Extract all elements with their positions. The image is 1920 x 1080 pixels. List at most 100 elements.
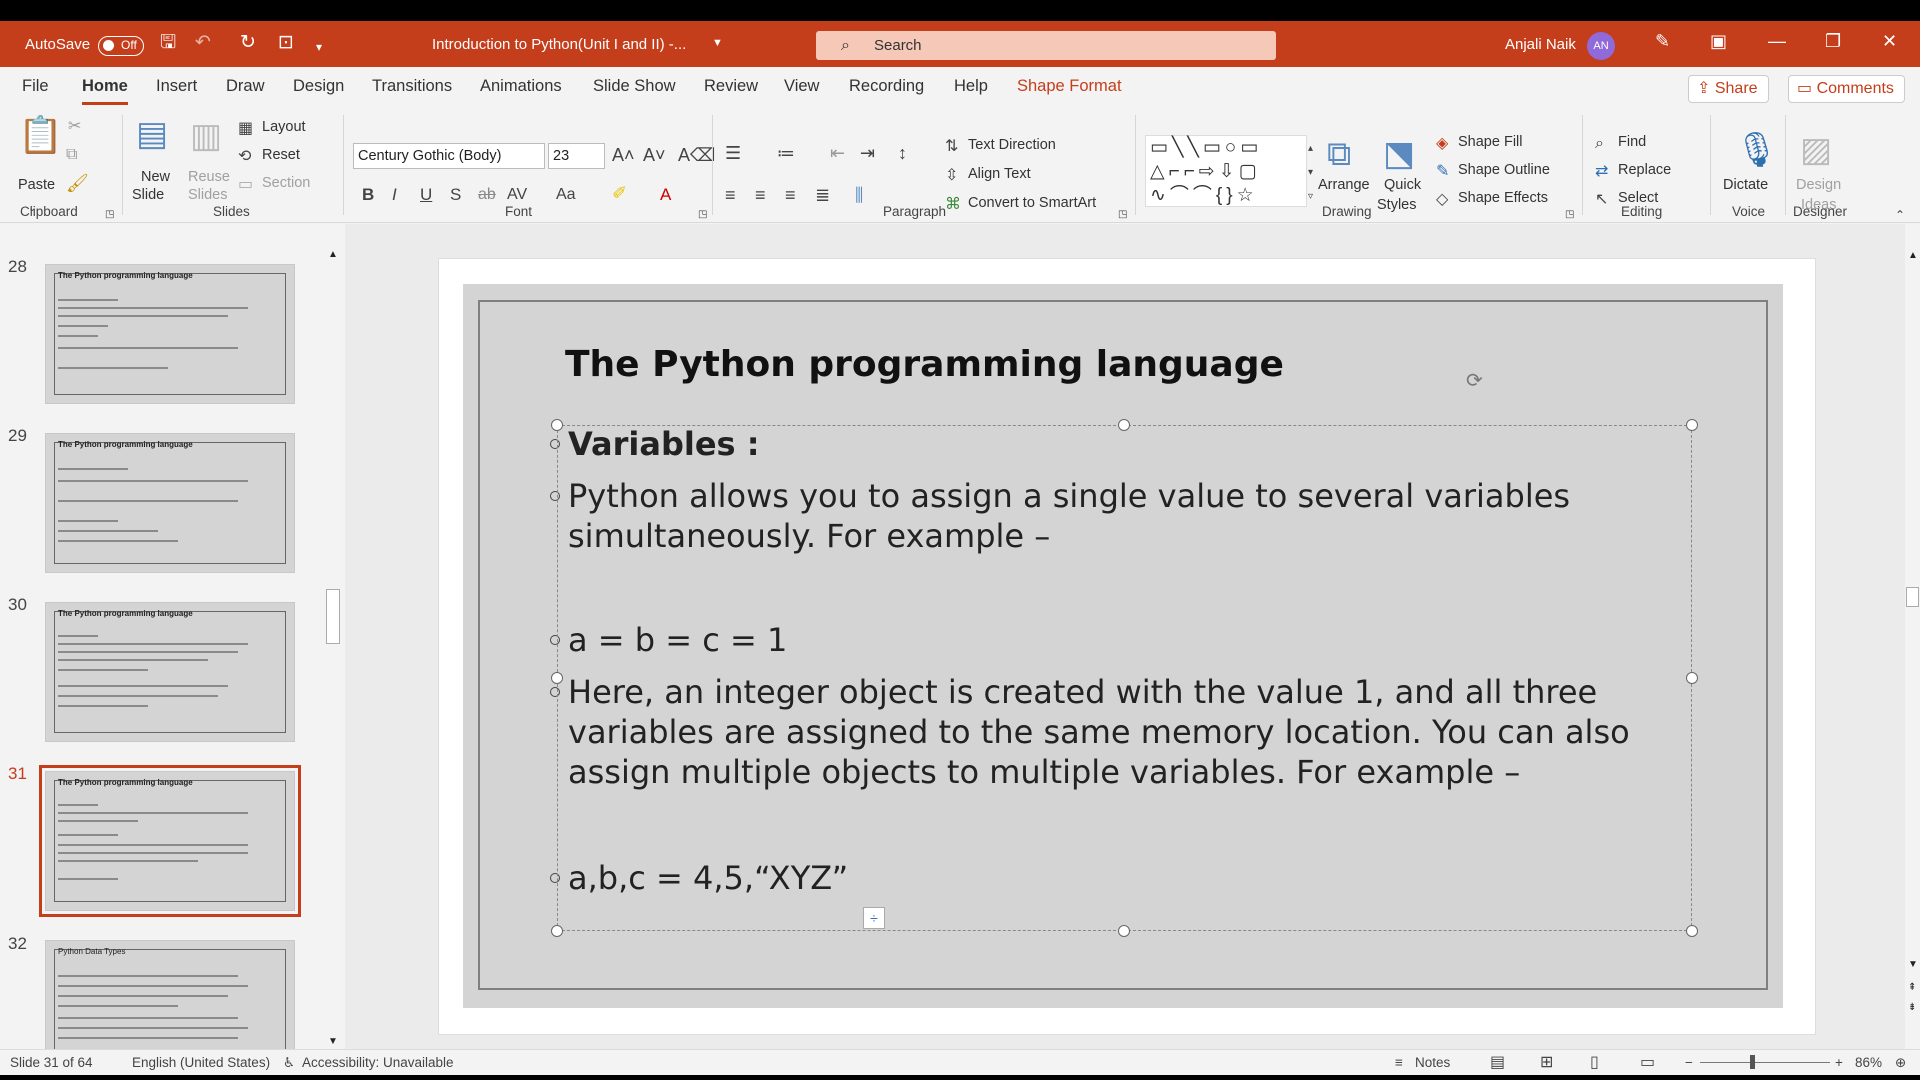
resize-handle[interactable] [551, 925, 563, 937]
redo-icon[interactable]: ↻ [240, 33, 256, 53]
reuse-slides-icon[interactable]: ▥ [190, 117, 222, 155]
design-ideas-icon[interactable]: ▨ [1800, 131, 1832, 169]
text-direction-button[interactable]: Text Direction [968, 137, 1056, 153]
dictate-button[interactable]: Dictate [1723, 177, 1768, 193]
close-icon[interactable]: ✕ [1882, 31, 1897, 52]
italic-icon[interactable]: I [392, 185, 397, 205]
resize-handle[interactable] [1118, 925, 1130, 937]
reading-view-icon[interactable]: ▯ [1590, 1052, 1599, 1072]
title-chevron-down-icon[interactable]: ▼ [712, 37, 723, 49]
thumbnails-scrollbar[interactable]: ▲ ▼ [325, 249, 341, 1049]
tab-shape-format[interactable]: Shape Format [1017, 77, 1122, 96]
resize-handle[interactable] [551, 419, 563, 431]
align-right-icon[interactable]: ≡ [785, 185, 796, 205]
tab-insert[interactable]: Insert [156, 77, 197, 96]
strikethrough-icon[interactable]: ab [478, 185, 496, 205]
resize-handle[interactable] [1686, 672, 1698, 684]
layout-button[interactable]: Layout [262, 119, 306, 135]
decrease-indent-icon[interactable]: ⇤ [830, 143, 845, 163]
normal-view-icon[interactable]: ▤ [1490, 1052, 1505, 1072]
increase-indent-icon[interactable]: ⇥ [860, 143, 875, 163]
accessibility-status[interactable]: Accessibility: Unavailable [302, 1055, 454, 1070]
resize-handle[interactable] [1686, 419, 1698, 431]
customize-qat-icon[interactable]: ▾ [316, 37, 322, 57]
zoom-out-icon[interactable]: − [1685, 1055, 1693, 1070]
convert-smartart-button[interactable]: Convert to SmartArt [968, 195, 1096, 211]
font-size-select[interactable]: 23 [548, 143, 605, 169]
zoom-slider-thumb[interactable] [1750, 1055, 1755, 1069]
save-icon[interactable]: 🖫 [160, 33, 176, 53]
slideshow-view-icon[interactable]: ▭ [1640, 1052, 1655, 1072]
ribbon-display-icon[interactable]: ▣ [1710, 31, 1727, 52]
tab-recording[interactable]: Recording [849, 77, 924, 96]
thumbnail-slide-32[interactable]: Python Data Types [45, 940, 295, 1051]
text-placeholder-selection[interactable] [557, 425, 1692, 931]
change-case-icon[interactable]: Aa [556, 185, 576, 205]
resize-handle[interactable] [551, 672, 563, 684]
collapse-ribbon-icon[interactable]: ⌃ [1895, 205, 1905, 225]
shadow-icon[interactable]: S [450, 185, 461, 205]
clipboard-launcher-icon[interactable]: ◳ [105, 205, 114, 225]
tab-file[interactable]: File [22, 77, 49, 96]
thumbnail-slide-31[interactable]: The Python programming language [39, 765, 301, 917]
cut-icon[interactable]: ✂ [68, 117, 81, 137]
highlight-icon[interactable]: ✐ [612, 183, 627, 203]
slide-title[interactable]: The Python programming language [565, 344, 1284, 385]
language-indicator[interactable]: English (United States) [132, 1055, 270, 1070]
reuse-slides-label-2[interactable]: Slides [188, 187, 228, 203]
slide-sorter-icon[interactable]: ⊞ [1540, 1052, 1553, 1072]
tab-home[interactable]: Home [82, 77, 128, 105]
rotate-handle-icon[interactable]: ⟳ [1466, 368, 1483, 393]
tab-transitions[interactable]: Transitions [372, 77, 452, 96]
line-spacing-icon[interactable]: ↕ [898, 143, 907, 163]
decrease-font-icon[interactable]: A˅ [643, 145, 666, 165]
quick-styles-label[interactable]: Quick [1384, 177, 1421, 193]
find-button[interactable]: Find [1618, 134, 1646, 150]
tab-animations[interactable]: Animations [480, 77, 562, 96]
tab-slide-show[interactable]: Slide Show [593, 77, 676, 96]
scroll-up-icon[interactable]: ▲ [328, 249, 338, 260]
quick-styles-label-2[interactable]: Styles [1377, 197, 1417, 213]
font-color-icon[interactable]: A [660, 185, 671, 205]
comments-button[interactable]: ▭ Comments [1788, 75, 1905, 103]
notes-button[interactable]: Notes [1415, 1055, 1450, 1070]
section-button[interactable]: Section [262, 175, 310, 191]
tab-review[interactable]: Review [704, 77, 758, 96]
search-box[interactable]: ⌕ Search [816, 31, 1276, 60]
columns-icon[interactable]: ⫼ [855, 185, 863, 205]
replace-button[interactable]: Replace [1618, 162, 1671, 178]
document-title[interactable]: Introduction to Python(Unit I and II) -.… [432, 36, 686, 53]
minimize-icon[interactable]: — [1768, 31, 1786, 52]
numbering-icon[interactable]: ≔ [777, 143, 795, 163]
editor-scrollbar[interactable]: ▲ ▼ ⇞ ⇟ [1905, 224, 1920, 1049]
tab-draw[interactable]: Draw [226, 77, 265, 96]
share-button[interactable]: ⇪ Share [1688, 75, 1769, 103]
microphone-icon[interactable]: 🎙 [1735, 131, 1778, 169]
drawing-launcher-icon[interactable]: ◳ [1565, 205, 1574, 225]
font-name-select[interactable]: Century Gothic (Body) [353, 143, 545, 169]
previous-slide-icon[interactable]: ⇞ [1908, 982, 1916, 993]
align-text-button[interactable]: Align Text [968, 166, 1031, 182]
shapes-more-icon[interactable]: ▴ ▾ ▿ [1308, 137, 1313, 209]
scroll-up-icon[interactable]: ▲ [1908, 250, 1918, 261]
arrange-icon[interactable]: ⧉ [1327, 135, 1351, 173]
shape-outline-button[interactable]: Shape Outline [1458, 162, 1550, 178]
restore-icon[interactable]: ❐ [1825, 31, 1841, 52]
user-name[interactable]: Anjali Naik [1505, 36, 1576, 53]
quick-styles-icon[interactable]: ⬔ [1383, 135, 1415, 173]
thumbnail-slide-29[interactable]: The Python programming language [45, 433, 295, 573]
paragraph-launcher-icon[interactable]: ◳ [1118, 205, 1127, 225]
bullets-icon[interactable]: ☰ [725, 143, 741, 163]
autosave-toggle[interactable]: Off [98, 36, 144, 56]
scroll-thumb[interactable] [326, 589, 340, 644]
bold-icon[interactable]: B [362, 185, 374, 205]
clear-formatting-icon[interactable]: A⌫ [678, 145, 715, 165]
new-slide-label-2[interactable]: Slide [132, 187, 164, 203]
present-icon[interactable]: ⊡ [278, 33, 294, 53]
reuse-slides-label[interactable]: Reuse [188, 169, 230, 185]
character-spacing-icon[interactable]: AV [507, 185, 527, 205]
scroll-thumb[interactable] [1906, 587, 1919, 607]
align-center-icon[interactable]: ≡ [755, 185, 766, 205]
justify-icon[interactable]: ≣ [815, 185, 830, 205]
paste-button[interactable]: Paste [18, 177, 55, 193]
